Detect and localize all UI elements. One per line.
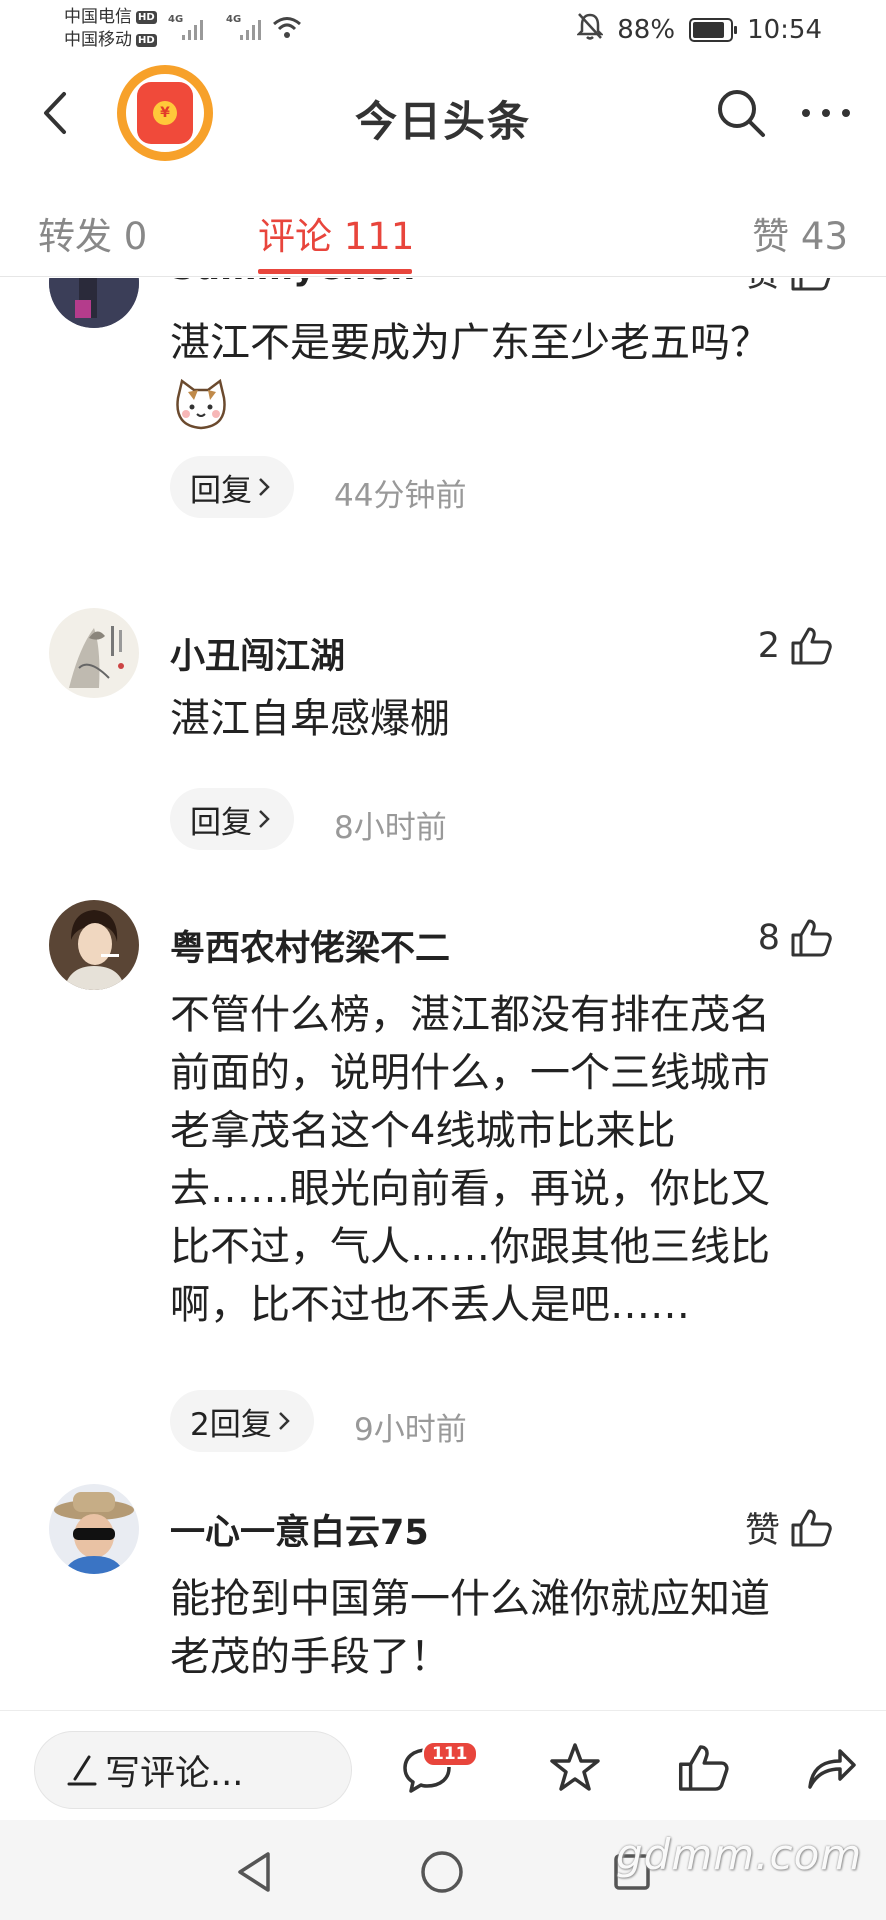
battery-icon	[689, 17, 738, 42]
carrier-info: 中国电信 HD 中国移动 HD	[64, 6, 157, 52]
comment-text: 湛江自卑感爆棚	[170, 696, 450, 742]
circle-home-icon	[421, 1851, 463, 1893]
share-button[interactable]	[796, 1733, 866, 1803]
comments-button[interactable]: 111	[392, 1733, 478, 1803]
comment-text-line: 去……眼光向前看，再说，你比又	[170, 1166, 770, 1212]
comment-text-line: 比不过，气人……你跟其他三线比	[170, 1224, 770, 1270]
battery-percent: 88%	[617, 14, 676, 45]
comment-text-line: 不管什么榜，湛江都没有排在茂名	[170, 992, 770, 1038]
carrier-1: 中国电信	[64, 7, 132, 27]
like-article-button[interactable]	[668, 1733, 738, 1803]
signal-icon: 4G	[226, 14, 270, 42]
pen-icon	[67, 1755, 97, 1786]
reply-button[interactable]: 2回复	[170, 1390, 314, 1452]
thumbs-up-icon	[678, 1745, 729, 1791]
comment-text-line: 老拿茂名这个4线城市比来比	[170, 1108, 676, 1154]
watermark: gdmm.com	[616, 1830, 863, 1879]
cat-emoji-icon	[172, 378, 230, 436]
app-header: ¥ 今日头条	[0, 60, 886, 166]
comment-text-line: 能抢到中国第一什么滩你就应知道	[170, 1576, 770, 1622]
reply-label: 回复	[190, 472, 252, 509]
avatar[interactable]	[49, 900, 139, 990]
comment-username[interactable]: SummyChen	[170, 278, 415, 288]
thumbs-up-icon	[791, 627, 832, 665]
status-bar: 中国电信 HD 中国移动 HD 4G 4G 88% 10:54	[0, 0, 886, 58]
chevron-right-icon	[278, 1412, 290, 1430]
like-count: 8	[757, 918, 780, 958]
reply-button[interactable]: 回复	[170, 456, 294, 518]
like-count: 赞	[745, 278, 780, 297]
more-button[interactable]	[796, 90, 856, 136]
nav-back-button[interactable]	[224, 1842, 284, 1902]
comment-username[interactable]: 粤西农村佬梁不二	[170, 920, 450, 971]
comment-list: SummyChen 赞 湛江不是要成为广东至少老五吗？ 回复 44分钟前 小丑闯…	[0, 278, 886, 1710]
active-tab-indicator	[258, 269, 412, 274]
reply-button[interactable]: 回复	[170, 788, 294, 850]
bottom-action-bar: 写评论... 111	[0, 1710, 886, 1820]
hd-badge: HD	[136, 11, 157, 24]
reply-label: 回复	[190, 804, 252, 841]
comment-text: 湛江不是要成为广东至少老五吗？	[170, 320, 770, 366]
network-type-label: 4G	[226, 14, 242, 25]
tab-comment[interactable]: 评论 111	[258, 206, 414, 260]
favorite-button[interactable]	[540, 1733, 610, 1803]
thumbs-up-icon	[791, 278, 831, 290]
nav-home-button[interactable]	[412, 1842, 472, 1902]
comment-time: 9小时前	[354, 1412, 467, 1448]
clock: 10:54	[747, 14, 822, 45]
reply-label: 2回复	[190, 1406, 272, 1443]
chevron-right-icon	[259, 810, 270, 828]
comment-text: 不管什么榜，湛江都没有排在茂名 前面的，说明什么，一个三线城市 老拿茂名这个4线…	[170, 986, 840, 1334]
thumbs-up-icon	[791, 919, 832, 957]
triangle-back-icon	[238, 1852, 270, 1892]
like-button[interactable]: 8	[758, 918, 832, 958]
share-arrow-icon	[808, 1749, 856, 1789]
comment-text-line: 老茂的手段了！	[170, 1634, 450, 1680]
comment-count-badge: 111	[422, 1741, 478, 1767]
thumbs-up-icon	[791, 1509, 832, 1546]
avatar[interactable]	[49, 608, 139, 698]
search-icon	[718, 90, 765, 137]
like-button[interactable]: 赞	[745, 1502, 832, 1553]
tab-bar: 转发 0 评论 111 赞 43	[0, 170, 886, 277]
star-icon	[550, 1743, 600, 1791]
avatar[interactable]	[49, 278, 139, 328]
write-comment-input[interactable]: 写评论...	[34, 1731, 352, 1809]
tab-like[interactable]: 赞 43	[752, 206, 848, 260]
like-button[interactable]: 赞	[745, 278, 832, 297]
like-count: 赞	[744, 1511, 780, 1551]
chevron-right-icon	[259, 478, 270, 496]
write-comment-placeholder: 写评论...	[105, 1753, 244, 1794]
signal-icon: 4G	[168, 14, 212, 42]
network-type-label: 4G	[168, 14, 184, 25]
like-count: 2	[757, 626, 780, 666]
comment-text: 能抢到中国第一什么滩你就应知道 老茂的手段了！	[170, 1570, 840, 1686]
comment-text-line: 啊，比不过也不丢人是吧……	[170, 1282, 690, 1328]
comment-username[interactable]: 小丑闯江湖	[170, 628, 345, 679]
wifi-icon	[272, 16, 302, 44]
comment-username[interactable]: 一心一意白云75	[170, 1504, 429, 1555]
mute-icon	[576, 12, 605, 47]
comment-text-line: 前面的，说明什么，一个三线城市	[170, 1050, 770, 1096]
comment-time: 44分钟前	[334, 478, 467, 514]
tab-forward[interactable]: 转发 0	[38, 206, 147, 260]
like-button[interactable]: 2	[758, 626, 832, 666]
more-dots-icon	[802, 109, 850, 117]
avatar[interactable]	[49, 1484, 139, 1574]
carrier-2: 中国移动	[64, 30, 132, 50]
comment-time: 8小时前	[334, 810, 447, 846]
search-button[interactable]	[712, 84, 770, 142]
hd-badge: HD	[136, 34, 157, 47]
